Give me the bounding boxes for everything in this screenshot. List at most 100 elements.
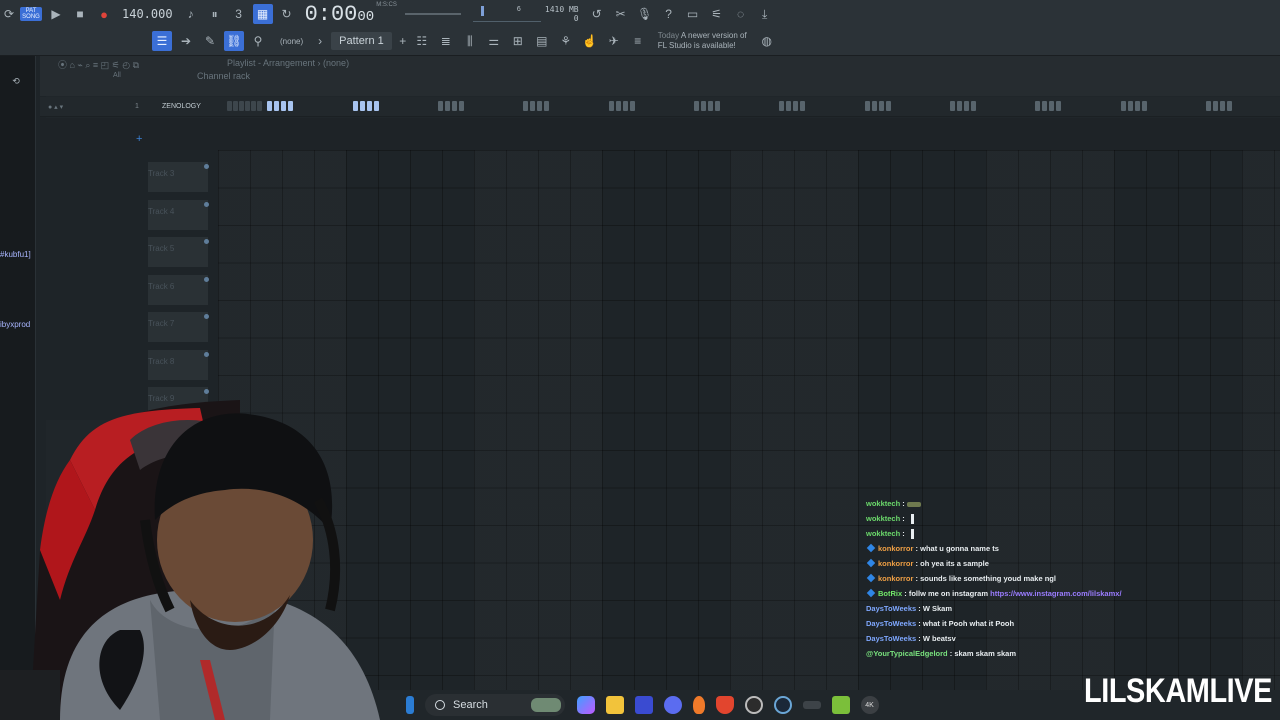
help-icon[interactable]: ? <box>659 4 679 24</box>
discord-icon[interactable] <box>663 696 682 714</box>
chat-username[interactable]: wokktech <box>866 499 900 508</box>
pattern-block[interactable] <box>1042 101 1047 111</box>
add-pattern-icon[interactable]: + <box>398 31 408 51</box>
4k-icon[interactable]: 4K <box>860 696 879 714</box>
start-icon[interactable] <box>405 696 414 714</box>
pattern-block[interactable] <box>245 101 250 111</box>
update-notice[interactable]: Today A newer version of FL Studio is av… <box>658 31 747 51</box>
mixer-icon[interactable]: ⚟ <box>707 4 727 24</box>
playlist-icon[interactable]: ☰ <box>152 31 172 51</box>
track-label[interactable]: Track 3 <box>148 162 208 192</box>
pattern-block[interactable] <box>786 101 791 111</box>
pattern-strip-controls[interactable]: ● ▴ ▾ <box>48 103 63 111</box>
pattern-block[interactable] <box>865 101 870 111</box>
track-label[interactable]: Track 7 <box>148 312 208 342</box>
pattern-block[interactable] <box>630 101 635 111</box>
play-icon[interactable]: ▶ <box>46 4 66 24</box>
blend-notes-icon[interactable]: ▦ <box>252 4 273 24</box>
settings-list-icon[interactable]: ≡ <box>628 31 648 51</box>
track-label[interactable]: Track 5 <box>148 237 208 267</box>
track-label[interactable]: Track 4 <box>148 199 208 230</box>
pattern-block[interactable] <box>251 101 256 111</box>
pattern-block[interactable] <box>281 101 286 111</box>
plugin-icon[interactable]: ▤ <box>532 31 552 51</box>
track-label[interactable]: Track 8 <box>148 349 208 380</box>
file-explorer-icon[interactable] <box>605 696 624 714</box>
channel-rack-link[interactable]: Channel rack <box>197 71 250 81</box>
refresh-icon[interactable]: ⟲ <box>8 74 24 88</box>
track-mute-icon[interactable] <box>204 239 209 244</box>
pattern-block[interactable] <box>227 101 232 111</box>
chat-username[interactable]: DaysToWeeks <box>866 604 916 613</box>
playlist-tool-icons[interactable]: ⦿ ⌂ ⌁ ⌕ ≡ ◰ ⚟ ◴ ⧉ <box>58 58 139 71</box>
chat-username[interactable]: DaysToWeeks <box>866 634 916 643</box>
app-icon[interactable] <box>802 701 821 709</box>
pencil-icon[interactable]: ✎ <box>200 31 220 51</box>
pattern-block[interactable] <box>1213 101 1218 111</box>
pattern-block[interactable] <box>971 101 976 111</box>
stop-icon[interactable]: ■ <box>70 4 90 24</box>
countdown-icon[interactable]: 3 <box>229 4 249 24</box>
pattern-block[interactable] <box>957 101 962 111</box>
pattern-block[interactable] <box>872 101 877 111</box>
equalizer-icon[interactable]: ⚌ <box>484 31 504 51</box>
chat-username[interactable]: konkorror <box>878 559 913 568</box>
timeline-ruler[interactable] <box>40 118 1280 150</box>
track-mute-icon[interactable] <box>204 314 209 319</box>
track-mute-icon[interactable] <box>204 201 209 207</box>
pattern-block[interactable] <box>1128 101 1133 111</box>
add-track-icon[interactable]: + <box>136 133 142 145</box>
pattern-block[interactable] <box>353 101 358 111</box>
chat-username[interactable]: konkorror <box>878 574 913 583</box>
store-icon[interactable] <box>634 696 653 714</box>
track-mute-icon[interactable] <box>204 351 209 357</box>
pattern-block[interactable] <box>715 101 720 111</box>
download-icon[interactable]: ⤓ <box>755 4 775 24</box>
pattern-block[interactable] <box>1220 101 1225 111</box>
pattern-block[interactable] <box>1056 101 1061 111</box>
pattern-arrow-icon[interactable]: › <box>315 31 325 51</box>
pattern-block[interactable] <box>459 101 464 111</box>
pattern-block[interactable] <box>701 101 706 111</box>
pattern-block[interactable] <box>950 101 955 111</box>
wait-icon[interactable]: ⏸ <box>205 4 225 24</box>
taskbar-search[interactable]: Search <box>425 694 565 716</box>
filter-all[interactable]: All <box>113 72 121 79</box>
metronome-icon[interactable]: ♪ <box>181 4 201 24</box>
pattern-block[interactable] <box>452 101 457 111</box>
loop-record-icon[interactable]: ↻ <box>277 4 297 24</box>
track-label[interactable]: Track 6 <box>148 274 208 305</box>
obs-icon[interactable] <box>744 696 763 714</box>
chat-username[interactable]: wokktech <box>866 529 900 538</box>
chat-username[interactable]: konkorror <box>878 544 913 553</box>
cut-icon[interactable]: ✂ <box>611 4 631 24</box>
pattern-block[interactable] <box>964 101 969 111</box>
brave-icon[interactable] <box>715 696 734 714</box>
game-icon[interactable] <box>831 696 850 714</box>
pattern-block[interactable] <box>1035 101 1040 111</box>
fl-studio-icon[interactable] <box>692 696 705 714</box>
pattern-select[interactable]: Pattern 1 <box>331 32 392 50</box>
pattern-block[interactable] <box>257 101 262 111</box>
pattern-block[interactable] <box>879 101 884 111</box>
piano-roll-icon[interactable]: ≣ <box>436 31 456 51</box>
pattern-block[interactable] <box>609 101 614 111</box>
chat-link[interactable]: https://www.instagram.com/lilskamx/ <box>990 589 1121 598</box>
save-icon[interactable]: ▭ <box>683 4 703 24</box>
track-mute-icon[interactable] <box>204 276 209 282</box>
chat-username[interactable]: @YourTypicalEdgelord <box>866 649 948 658</box>
pattern-block[interactable] <box>438 101 443 111</box>
pattern-block[interactable] <box>523 101 528 111</box>
copilot-icon[interactable] <box>576 696 595 714</box>
mic-icon[interactable]: 🎙 <box>635 4 655 24</box>
chat-username[interactable]: DaysToWeeks <box>866 619 916 628</box>
chat-icon[interactable]: ◌ <box>731 4 751 24</box>
pattern-block[interactable] <box>367 101 372 111</box>
pattern-block[interactable] <box>233 101 238 111</box>
arrow-icon[interactable]: ➔ <box>176 31 196 51</box>
link-icon[interactable]: ⛓ <box>224 31 244 51</box>
pattern-block[interactable] <box>1121 101 1126 111</box>
pattern-block[interactable] <box>623 101 628 111</box>
pattern-block[interactable] <box>800 101 805 111</box>
stamp-icon[interactable]: ⚲ <box>248 31 268 51</box>
